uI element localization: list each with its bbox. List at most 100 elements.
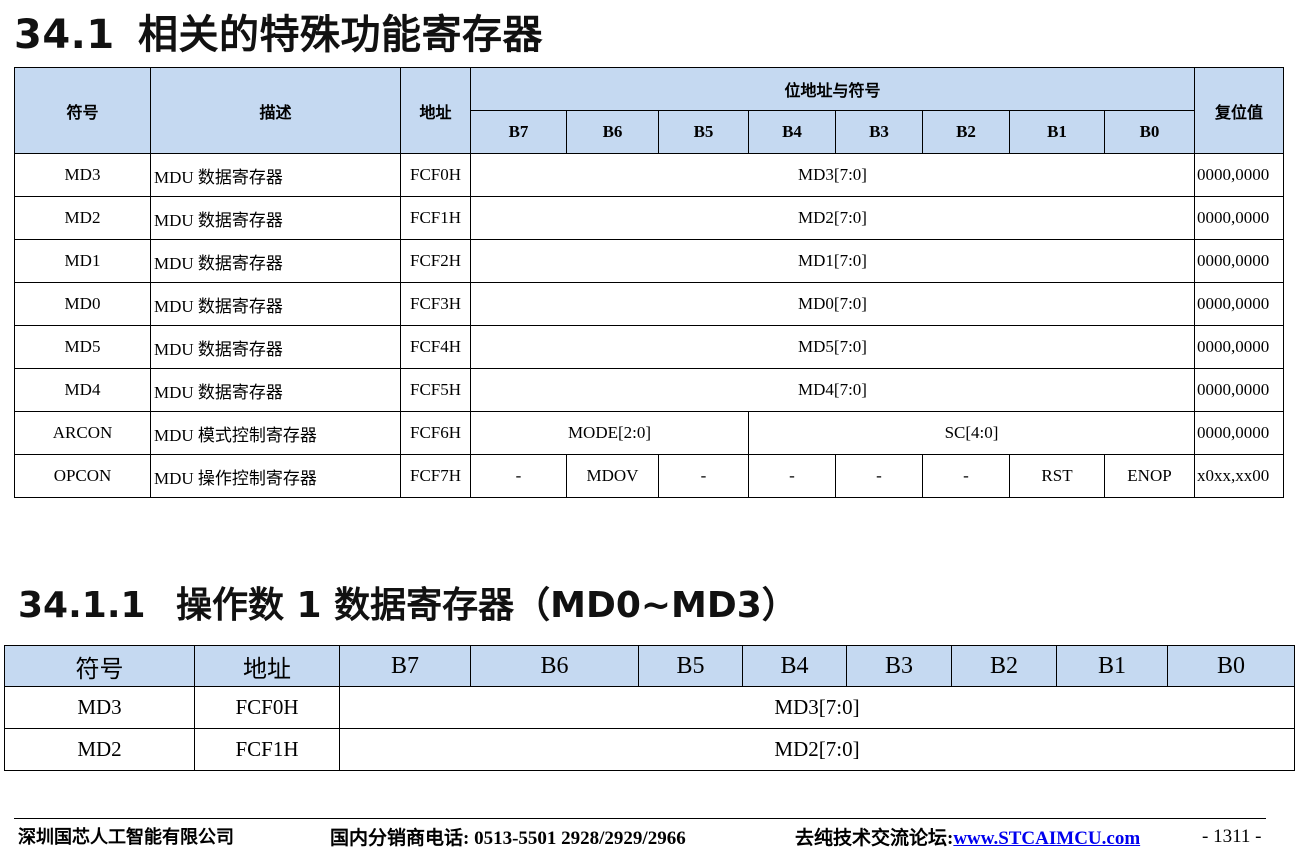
row-symbol: MD2: [4, 728, 195, 771]
row-symbol: MD3: [4, 686, 195, 729]
row-reset: 0000,0000: [1194, 153, 1285, 197]
table-row: MD3 MDU 数据寄存器 FCF0H MD3[7:0] 0000,0000: [14, 153, 1285, 197]
row-symbol: MD4: [14, 368, 151, 412]
row-description: MDU 数据寄存器: [150, 239, 401, 283]
opcon-bit-1: RST: [1009, 454, 1105, 498]
opcon-bit-6: MDOV: [566, 454, 659, 498]
row-field: MD1[7:0]: [469, 239, 1196, 283]
row-symbol: MD3: [14, 153, 151, 197]
row-address: FCF1H: [400, 196, 471, 240]
row-address: FCF0H: [194, 686, 340, 729]
table-row: MD2 MDU 数据寄存器 FCF1H MD2[7:0] 0000,0000: [14, 196, 1285, 240]
header-bit-b5: B5: [638, 645, 743, 687]
header-bit-b1: B1: [1009, 110, 1105, 154]
table-row: MD3 FCF0H MD3[7:0]: [4, 686, 1295, 729]
footer-phone: 国内分销商电话: 0513-5501 2928/2929/2966: [330, 828, 686, 849]
row-description: MDU 数据寄存器: [150, 196, 401, 240]
header-bit-b6: B6: [470, 645, 639, 687]
header-bit-b4: B4: [748, 110, 836, 154]
row-description: MDU 数据寄存器: [150, 325, 401, 369]
row-field: MD2[7:0]: [469, 196, 1196, 240]
row-symbol: OPCON: [14, 454, 151, 498]
arcon-sc-field: SC[4:0]: [747, 411, 1196, 455]
row-address: FCF4H: [400, 325, 471, 369]
header-bit-b0: B0: [1167, 645, 1295, 687]
row-symbol: MD0: [14, 282, 151, 326]
row-description: MDU 操作控制寄存器: [150, 454, 401, 498]
row-description: MDU 数据寄存器: [150, 368, 401, 412]
row-symbol: MD2: [14, 196, 151, 240]
row-symbol: MD1: [14, 239, 151, 283]
header-bit-b7: B7: [339, 645, 471, 687]
header-bit-b4: B4: [742, 645, 847, 687]
header-bit-group: 位地址与符号: [469, 67, 1196, 111]
row-description: MDU 数据寄存器: [150, 282, 401, 326]
header-reset: 复位值: [1194, 67, 1285, 154]
row-reset: x0xx,xx00: [1194, 454, 1285, 498]
opcon-bit-2: -: [922, 454, 1010, 498]
table-row: MD4 MDU 数据寄存器 FCF5H MD4[7:0] 0000,0000: [14, 368, 1285, 412]
row-address: FCF5H: [400, 368, 471, 412]
header-bit-b7: B7: [470, 110, 567, 154]
header-bit-b2: B2: [951, 645, 1057, 687]
row-reset: 0000,0000: [1194, 239, 1285, 283]
row-address: FCF3H: [400, 282, 471, 326]
opcon-bit-4: -: [748, 454, 836, 498]
md-register-table: 符号 地址 B7 B6 B5 B4 B3 B2 B1 B0 MD3 FCF0H …: [4, 645, 1295, 771]
header-bit-b3: B3: [846, 645, 952, 687]
subsection-heading: 34.1.1 操作数 1 数据寄存器（MD0~MD3）: [18, 576, 798, 628]
row-description: MDU 数据寄存器: [150, 153, 401, 197]
opcon-bit-3: -: [835, 454, 923, 498]
row-reset: 0000,0000: [1194, 325, 1285, 369]
page-number: - 1311 -: [1202, 826, 1262, 847]
header-bit-b1: B1: [1056, 645, 1168, 687]
table-row-opcon: OPCON MDU 操作控制寄存器 FCF7H - MDOV - - - - R…: [14, 454, 1285, 498]
row-field: MD2[7:0]: [339, 728, 1295, 771]
footer-forum: 去纯技术交流论坛:www.STCAIMCU.com: [795, 823, 1140, 850]
row-address: FCF6H: [400, 411, 471, 455]
header-address: 地址: [194, 645, 340, 687]
footer-forum-label: 去纯技术交流论坛:: [795, 828, 954, 849]
row-description: MDU 模式控制寄存器: [150, 411, 401, 455]
subsection-number: 34.1.1: [18, 585, 146, 626]
row-field: MD4[7:0]: [469, 368, 1196, 412]
row-address: FCF7H: [400, 454, 471, 498]
header-bit-b0: B0: [1103, 110, 1196, 154]
row-reset: 0000,0000: [1194, 196, 1285, 240]
arcon-mode-field: MODE[2:0]: [470, 411, 749, 455]
row-field: MD5[7:0]: [469, 325, 1196, 369]
forum-link[interactable]: www.STCAIMCU.com: [953, 828, 1140, 849]
opcon-bit-5: -: [658, 454, 749, 498]
header-address: 地址: [400, 67, 471, 154]
opcon-bit-7: -: [470, 454, 567, 498]
table-row: MD5 MDU 数据寄存器 FCF4H MD5[7:0] 0000,0000: [14, 325, 1285, 369]
row-reset: 0000,0000: [1194, 282, 1285, 326]
header-symbol: 符号: [14, 67, 151, 154]
footer-company: 深圳国芯人工智能有限公司: [18, 827, 234, 848]
row-address: FCF0H: [400, 153, 471, 197]
header-bit-b2: B2: [922, 110, 1010, 154]
subsection-title: 操作数 1 数据寄存器（MD0~MD3）: [176, 585, 798, 626]
header-bit-b3: B3: [835, 110, 923, 154]
header-symbol: 符号: [4, 645, 195, 687]
header-description: 描述: [150, 67, 401, 154]
table-row: MD2 FCF1H MD2[7:0]: [4, 728, 1295, 771]
sfr-table: 符号 描述 地址 位地址与符号 复位值 B7 B6 B5 B4 B3 B2 B1…: [14, 67, 1285, 498]
row-reset: 0000,0000: [1194, 411, 1285, 455]
row-field: MD0[7:0]: [469, 282, 1196, 326]
table-row-arcon: ARCON MDU 模式控制寄存器 FCF6H MODE[2:0] SC[4:0…: [14, 411, 1285, 455]
row-field: MD3[7:0]: [339, 686, 1295, 729]
header-bit-b5: B5: [658, 110, 749, 154]
row-address: FCF1H: [194, 728, 340, 771]
row-reset: 0000,0000: [1194, 368, 1285, 412]
row-address: FCF2H: [400, 239, 471, 283]
table-row: MD1 MDU 数据寄存器 FCF2H MD1[7:0] 0000,0000: [14, 239, 1285, 283]
header-bit-b6: B6: [566, 110, 659, 154]
row-symbol: MD5: [14, 325, 151, 369]
row-field: MD3[7:0]: [469, 153, 1196, 197]
section-title: 相关的特殊功能寄存器: [138, 12, 543, 58]
row-symbol: ARCON: [14, 411, 151, 455]
footer-divider: [14, 818, 1266, 819]
section-number: 34.1: [14, 12, 115, 58]
table-row: MD0 MDU 数据寄存器 FCF3H MD0[7:0] 0000,0000: [14, 282, 1285, 326]
